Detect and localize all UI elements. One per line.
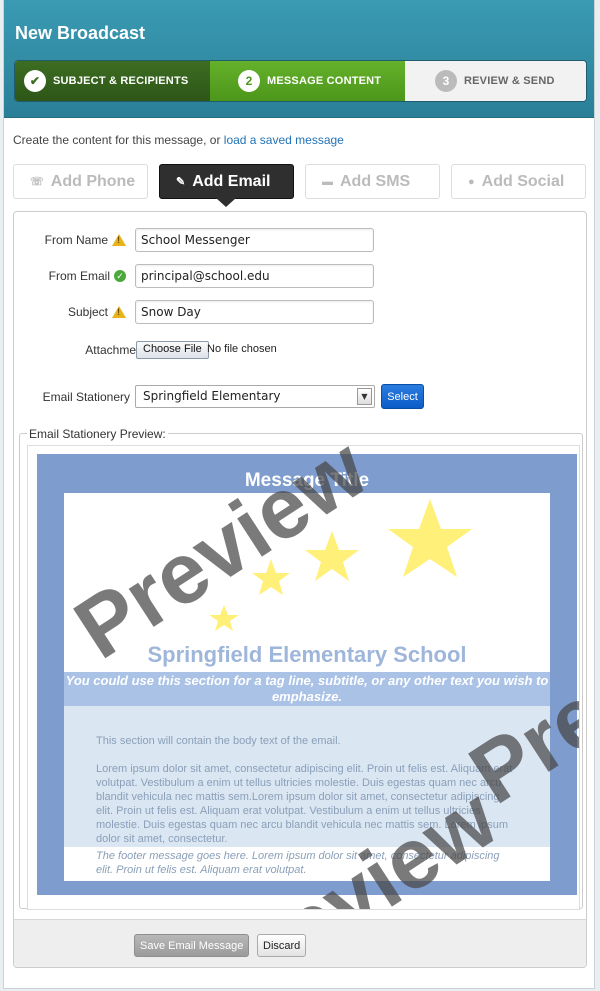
subject-label-text: Subject xyxy=(67,305,108,319)
warning-icon xyxy=(112,234,126,246)
intro-label: Create the content for this message, or xyxy=(13,133,224,147)
step-review-send[interactable]: 3 REVIEW & SEND xyxy=(405,61,586,101)
stationery-preview-fieldset: Email Stationery Preview: Message Title … xyxy=(19,427,583,910)
broadcast-window: New Broadcast ✔ SUBJECT & RECIPIENTS 2 M… xyxy=(3,0,595,989)
stationery-preview: Message Title Springfield Elementary Sch… xyxy=(37,454,577,895)
save-email-message-button[interactable]: Save Email Message xyxy=(134,934,250,957)
choose-file-button[interactable]: Choose File xyxy=(136,341,209,359)
tab-add-phone[interactable]: ☏ Add Phone xyxy=(13,164,148,199)
load-saved-message-link[interactable]: load a saved message xyxy=(224,133,344,147)
content-type-tabs: ☏ Add Phone ✎ Add Email ▬ Add SMS ● Add … xyxy=(13,164,587,207)
tab-label: Add Phone xyxy=(50,172,136,190)
from-name-row: From Name xyxy=(14,228,588,252)
check-circle-icon: ✓ xyxy=(114,270,126,282)
from-name-label: From Name xyxy=(45,233,126,247)
from-email-row: From Email ✓ xyxy=(14,264,588,288)
chat-icon: ▬ xyxy=(322,175,333,188)
message-title: Message Title xyxy=(244,470,370,491)
from-name-label-text: From Name xyxy=(44,233,108,247)
star-small xyxy=(252,559,290,595)
subject-input[interactable] xyxy=(135,300,374,324)
attachments-row: Attachments xyxy=(14,338,588,362)
preview-frame[interactable]: Message Title Springfield Elementary Sch… xyxy=(27,445,580,910)
tab-label: Add Email xyxy=(192,172,271,190)
from-email-label-text: From Email xyxy=(48,269,110,283)
action-bar: Save Email Message Discard xyxy=(14,919,586,967)
step-progress: ✔ SUBJECT & RECIPIENTS 2 MESSAGE CONTENT… xyxy=(14,60,587,102)
user-icon: ● xyxy=(468,175,475,188)
warning-icon xyxy=(112,306,126,318)
stars-graphic xyxy=(209,499,472,631)
body-text: Lorem ipsum dolor sit amet, consectetur … xyxy=(96,763,513,845)
step-label: SUBJECT & RECIPIENTS xyxy=(53,75,189,87)
preview-legend: Email Stationery Preview: xyxy=(27,427,168,441)
pencil-icon: ✎ xyxy=(176,176,186,188)
header: New Broadcast ✔ SUBJECT & RECIPIENTS 2 M… xyxy=(4,0,594,118)
stationery-label: Email Stationery xyxy=(42,390,130,404)
star-large xyxy=(388,499,472,577)
footer-message: The footer message goes here. Lorem ipsu… xyxy=(96,850,500,876)
body-section: This section will contain the body text … xyxy=(64,706,550,847)
tagline: You could use this section for a tag lin… xyxy=(64,672,550,706)
from-email-label: From Email ✓ xyxy=(49,269,126,283)
tab-label: Add Social xyxy=(481,172,565,190)
step-message-content[interactable]: 2 MESSAGE CONTENT xyxy=(210,61,425,101)
step-label: REVIEW & SEND xyxy=(464,75,555,87)
school-name: Springfield Elementary School xyxy=(147,642,467,667)
page-title: New Broadcast xyxy=(15,23,146,43)
step-number: 3 xyxy=(435,70,457,92)
step-subject-recipients[interactable]: ✔ SUBJECT & RECIPIENTS xyxy=(15,61,230,101)
from-email-input[interactable] xyxy=(135,264,374,288)
discard-button[interactable]: Discard xyxy=(257,934,307,957)
tab-add-social[interactable]: ● Add Social xyxy=(451,164,586,199)
no-file-text: No file chosen xyxy=(207,343,277,355)
star-tiny xyxy=(209,605,239,631)
tab-add-sms[interactable]: ▬ Add SMS xyxy=(305,164,440,199)
checkmark-icon: ✔ xyxy=(24,70,46,92)
intro-text: Create the content for this message, or … xyxy=(13,133,344,147)
step-number: 2 xyxy=(238,70,260,92)
stationery-selected: Springfield Elementary xyxy=(143,389,281,403)
body-intro: This section will contain the body text … xyxy=(96,735,341,747)
star-medium xyxy=(305,531,359,581)
phone-icon: ☏ xyxy=(30,176,44,188)
stationery-content: Springfield Elementary School You could … xyxy=(64,493,550,881)
tab-label: Add SMS xyxy=(340,172,411,190)
stationery-select[interactable]: Springfield Elementary ▼ xyxy=(135,385,375,408)
tab-add-email[interactable]: ✎ Add Email xyxy=(159,164,294,207)
subject-label: Subject xyxy=(68,305,126,319)
step-label: MESSAGE CONTENT xyxy=(267,75,382,87)
subject-row: Subject xyxy=(14,300,588,324)
select-stationery-button[interactable]: Select xyxy=(381,384,424,409)
chevron-down-icon[interactable]: ▼ xyxy=(357,388,372,405)
email-panel: From Name From Email ✓ Subject Attachmen… xyxy=(13,211,587,968)
from-name-input[interactable] xyxy=(135,228,374,252)
